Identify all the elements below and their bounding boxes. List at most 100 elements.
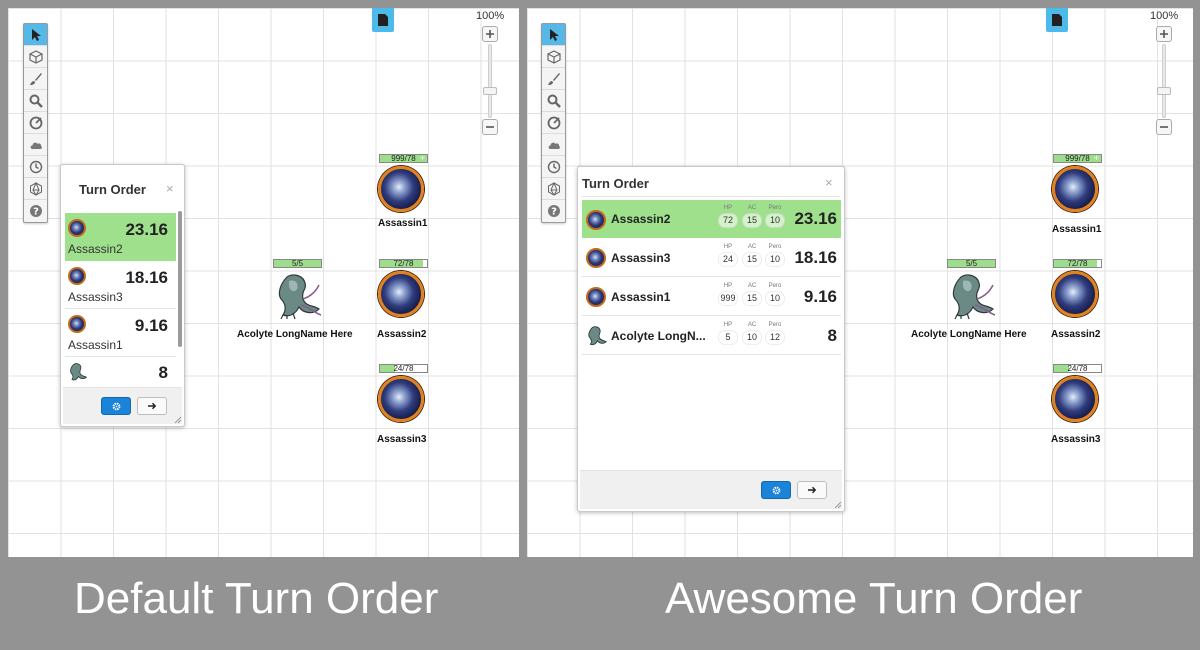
hp-bar[interactable]: 24/78 bbox=[1053, 364, 1102, 373]
hp-bar[interactable]: 24/78 bbox=[379, 364, 428, 373]
settings-button[interactable] bbox=[761, 481, 791, 499]
stat-pero: Pero 10 bbox=[765, 244, 785, 267]
zoom-in-button[interactable] bbox=[482, 26, 498, 42]
turn-order-entry[interactable]: 23.16 Assassin2 bbox=[65, 213, 176, 261]
stat-label: AC bbox=[747, 283, 757, 289]
stat-ac: AC 10 bbox=[742, 322, 762, 345]
turn-order-entry[interactable]: Assassin3 HP 24 AC 15 Pero 10 18.16 bbox=[582, 239, 841, 277]
turn-order-entry[interactable]: Acolyte LongN... HP 5 AC 10 Pero 12 8 bbox=[582, 317, 841, 355]
draw-tool[interactable] bbox=[24, 68, 47, 90]
tool-palette: ? bbox=[541, 23, 566, 223]
hp-bar[interactable]: 5/5 bbox=[273, 259, 322, 268]
stat-value: 72 bbox=[718, 213, 738, 228]
fog-tool[interactable] bbox=[24, 134, 47, 156]
hp-bar[interactable]: 72/78 bbox=[1053, 259, 1102, 268]
entry-initiative: 8 bbox=[827, 326, 837, 345]
turn-order-dialog-default[interactable]: Turn Order × 23.16 Assassin2 18.16 Assas… bbox=[60, 164, 185, 427]
token-assassin2[interactable]: 72/78 Assassin2 bbox=[1042, 259, 1112, 349]
select-tool[interactable] bbox=[542, 24, 565, 46]
turn-order-entry[interactable]: 8 bbox=[65, 357, 176, 387]
entry-name: Assassin2 bbox=[68, 242, 123, 256]
token-portrait bbox=[378, 271, 424, 317]
stat-ac: AC 15 bbox=[742, 244, 762, 267]
help-tool[interactable]: ? bbox=[24, 200, 47, 222]
settings-button[interactable] bbox=[101, 397, 131, 415]
object-tool[interactable] bbox=[542, 46, 565, 68]
dice-tool[interactable] bbox=[542, 178, 565, 200]
entry-initiative: 9.16 bbox=[134, 316, 168, 335]
zoom-out-button[interactable] bbox=[482, 119, 498, 135]
next-turn-button[interactable] bbox=[137, 397, 167, 415]
vtt-canvas-awesome[interactable]: ? 100% 999/78 + Assassin1 72/78 Assassin2… bbox=[527, 8, 1193, 557]
caption-default: Default Turn Order bbox=[74, 574, 439, 623]
zoom-slider-handle[interactable] bbox=[1157, 87, 1171, 95]
token-assassin2[interactable]: 72/78 Assassin2 bbox=[368, 259, 438, 349]
fog-tool[interactable] bbox=[542, 134, 565, 156]
stat-ac: AC 15 bbox=[742, 205, 762, 228]
stat-label: Pero bbox=[768, 244, 782, 250]
target-icon bbox=[547, 116, 560, 129]
zoom-in-button[interactable] bbox=[1156, 26, 1172, 42]
turn-order-tool[interactable] bbox=[542, 156, 565, 178]
minus-icon bbox=[486, 126, 494, 128]
hp-bar[interactable]: 72/78 bbox=[379, 259, 428, 268]
token-assassin3[interactable]: 24/78 Assassin3 bbox=[368, 364, 438, 454]
list-scrollbar[interactable] bbox=[178, 211, 182, 347]
arrow-right-icon bbox=[147, 402, 156, 410]
zoom-slider-handle[interactable] bbox=[483, 87, 497, 95]
select-tool[interactable] bbox=[24, 24, 47, 46]
stat-pero: Pero 12 bbox=[765, 322, 785, 345]
stat-value: 5 bbox=[718, 330, 738, 345]
vtt-canvas-default[interactable]: ? 100% 999/78 + Assassin1 72/78 Assassin2… bbox=[8, 8, 519, 557]
hp-bar[interactable]: 999/78 + bbox=[1053, 154, 1102, 163]
turn-order-entry[interactable]: Assassin1 HP 999 AC 15 Pero 10 9.16 bbox=[582, 278, 841, 316]
turn-order-entry[interactable]: Assassin2 HP 72 AC 15 Pero 10 23.16 bbox=[582, 200, 841, 238]
zoom-out-button[interactable] bbox=[1156, 119, 1172, 135]
turn-order-dialog-awesome[interactable]: Turn Order × Assassin2 HP 72 AC 15 Pero 10 … bbox=[577, 166, 845, 512]
resize-grip-icon[interactable] bbox=[174, 416, 182, 424]
token-acolyte[interactable]: 5/5 Acolyte LongName Here bbox=[907, 259, 1037, 349]
token-assassin1[interactable]: 999/78 + Assassin1 bbox=[368, 154, 438, 244]
dice-tool[interactable] bbox=[24, 178, 47, 200]
token-assassin3[interactable]: 24/78 Assassin3 bbox=[1042, 364, 1112, 454]
turn-order-entry[interactable]: 18.16 Assassin3 bbox=[65, 261, 176, 309]
entry-name: Assassin3 bbox=[611, 251, 671, 265]
stat-value: 12 bbox=[765, 330, 785, 345]
help-tool[interactable]: ? bbox=[542, 200, 565, 222]
hp-bar[interactable]: 999/78 + bbox=[379, 154, 428, 163]
token-assassin1[interactable]: 999/78 + Assassin1 bbox=[1042, 154, 1112, 244]
brush-icon bbox=[547, 72, 560, 85]
hp-value: 5/5 bbox=[291, 259, 304, 268]
d20-icon bbox=[29, 181, 42, 196]
question-icon: ? bbox=[29, 205, 42, 218]
zoom-slider[interactable] bbox=[1162, 44, 1166, 118]
magnifier-icon bbox=[547, 94, 561, 108]
dialog-footer bbox=[63, 387, 182, 424]
journal-button[interactable] bbox=[1046, 8, 1068, 32]
stat-value: 15 bbox=[742, 252, 762, 267]
stat-value: 999 bbox=[718, 291, 738, 306]
draw-tool[interactable] bbox=[542, 68, 565, 90]
stat-hp: HP 72 bbox=[718, 205, 738, 228]
measure-tool[interactable] bbox=[542, 112, 565, 134]
stat-hp: HP 24 bbox=[718, 244, 738, 267]
object-tool[interactable] bbox=[24, 46, 47, 68]
token-acolyte[interactable]: 5/5 Acolyte LongName Here bbox=[233, 259, 363, 349]
zoom-tool[interactable] bbox=[24, 90, 47, 112]
stat-value: 10 bbox=[765, 291, 785, 306]
zoom-tool[interactable] bbox=[542, 90, 565, 112]
resize-grip-icon[interactable] bbox=[834, 501, 842, 509]
entry-portrait bbox=[68, 315, 86, 333]
measure-tool[interactable] bbox=[24, 112, 47, 134]
hp-bar[interactable]: 5/5 bbox=[947, 259, 996, 268]
close-icon[interactable]: × bbox=[825, 175, 833, 190]
turn-order-entry[interactable]: 9.16 Assassin1 bbox=[65, 309, 176, 357]
zoom-slider[interactable] bbox=[488, 44, 492, 118]
next-turn-button[interactable] bbox=[797, 481, 827, 499]
close-icon[interactable]: × bbox=[166, 181, 174, 196]
stat-label: Pero bbox=[768, 205, 782, 211]
stat-label: Pero bbox=[768, 322, 782, 328]
journal-button[interactable] bbox=[372, 8, 394, 32]
turn-order-tool[interactable] bbox=[24, 156, 47, 178]
entry-portrait bbox=[586, 210, 606, 230]
